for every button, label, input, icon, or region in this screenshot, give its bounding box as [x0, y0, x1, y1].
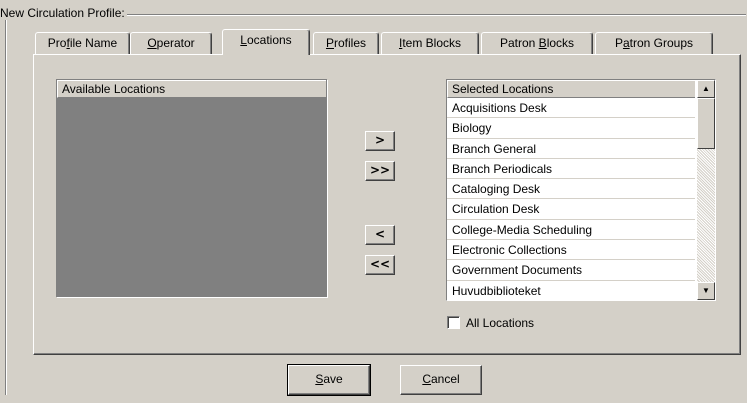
- list-item[interactable]: Huvudbiblioteket: [447, 281, 695, 300]
- add-all-locations-button[interactable]: >>: [365, 161, 395, 181]
- available-locations-list[interactable]: Available Locations: [56, 79, 327, 297]
- list-item[interactable]: College-Media Scheduling: [447, 220, 695, 241]
- list-item[interactable]: Electronic Collections: [447, 240, 695, 261]
- tab-locations[interactable]: Locations: [222, 29, 310, 55]
- list-item[interactable]: Biology: [447, 118, 695, 139]
- list-item[interactable]: Cataloging Desk: [447, 179, 695, 200]
- all-locations-checkbox[interactable]: [447, 316, 460, 329]
- all-locations-label: All Locations: [466, 316, 535, 330]
- selected-list-scrollbar[interactable]: ▲ ▼: [697, 80, 715, 300]
- tab-operator[interactable]: Operator: [130, 32, 212, 54]
- available-locations-header: Available Locations: [57, 80, 326, 98]
- selected-locations-header: Selected Locations: [447, 80, 695, 98]
- list-item[interactable]: Government Documents: [447, 260, 695, 281]
- selected-locations-list[interactable]: Selected Locations Acquisitions Desk Bio…: [446, 79, 716, 301]
- tab-item-blocks[interactable]: Item Blocks: [381, 32, 479, 54]
- scrollbar-thumb[interactable]: [697, 98, 715, 149]
- tab-patron-groups[interactable]: Patron Groups: [595, 32, 713, 54]
- cancel-button[interactable]: Cancel: [400, 365, 482, 395]
- list-item[interactable]: Circulation Desk: [447, 199, 695, 220]
- scroll-up-button[interactable]: ▲: [697, 80, 715, 98]
- tab-patron-blocks[interactable]: Patron Blocks: [481, 32, 593, 54]
- save-button[interactable]: Save: [287, 364, 371, 396]
- add-location-button[interactable]: >: [365, 131, 395, 151]
- triangle-up-icon: ▲: [702, 84, 710, 93]
- remove-all-locations-button[interactable]: <<: [365, 255, 395, 275]
- list-item[interactable]: Branch General: [447, 139, 695, 159]
- list-item[interactable]: Acquisitions Desk: [447, 98, 695, 119]
- triangle-down-icon: ▼: [702, 286, 710, 295]
- remove-location-button[interactable]: <: [365, 225, 395, 245]
- tab-profiles[interactable]: Profiles: [313, 32, 379, 54]
- list-item[interactable]: Branch Periodicals: [447, 159, 695, 180]
- all-locations-row[interactable]: All Locations: [447, 315, 534, 331]
- tab-profile-name[interactable]: Profile Name: [35, 32, 130, 54]
- group-title: New Circulation Profile:: [0, 6, 127, 20]
- scroll-down-button[interactable]: ▼: [697, 282, 715, 300]
